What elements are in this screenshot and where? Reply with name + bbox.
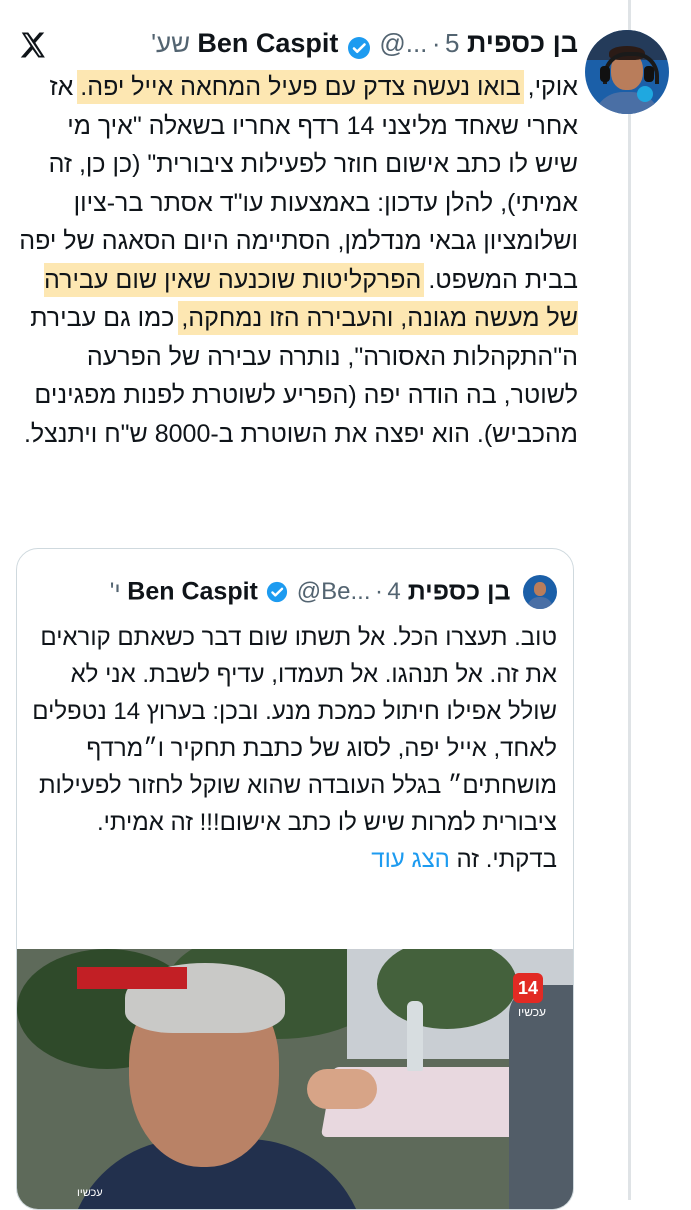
tweet-header: בן כספית Ben Caspit @... · 5 שע'	[18, 28, 578, 68]
broadcast-banner	[77, 967, 187, 989]
lower-caption: עכשיו	[77, 1187, 103, 1199]
tweet-page: בן כספית Ben Caspit @... · 5 שע' אוקי, ב…	[0, 0, 691, 1210]
quoted-tweet-text: טוב. תעצרו הכל. אל תשתו שום דבר כשאתם קו…	[29, 619, 557, 878]
verified-badge-icon	[347, 36, 370, 59]
thread-rail	[628, 0, 631, 1200]
tweet-text-segment: אוקי,	[520, 73, 578, 101]
verified-badge-icon	[267, 581, 288, 603]
tweet-text-segment: אז אחרי שאחד מליצני 14 רדף אחריו בשאלה "…	[19, 73, 578, 294]
show-more-link[interactable]: הצג עוד	[371, 846, 450, 873]
author-avatar[interactable]	[585, 30, 669, 114]
channel-logo-icon: 14	[513, 973, 543, 1003]
quoted-author-handle[interactable]: @Be...	[297, 578, 371, 605]
quoted-author-avatar[interactable]	[523, 575, 557, 609]
tweet-text: אוקי, בואו נעשה צדק עם פעיל המחאה אייל י…	[18, 68, 578, 453]
meta-separator: ·	[431, 28, 441, 58]
quoted-tweet-card[interactable]: בן כספית Ben Caspit @Be... · 4 י' טוב. ת…	[16, 548, 574, 1210]
highlighted-text: בואו נעשה צדק עם פעיל המחאה אייל יפה.	[80, 73, 521, 101]
quoted-tweet-header: בן כספית Ben Caspit @Be... · 4 י'	[37, 575, 557, 611]
channel-caption: עכשיו	[517, 1005, 547, 1019]
quoted-text: טוב. תעצרו הכל. אל תשתו שום דבר כשאתם קו…	[32, 624, 557, 873]
author-handle[interactable]: @...	[379, 28, 427, 58]
quoted-video-thumbnail[interactable]: 14 עכשיו עכשיו	[17, 949, 573, 1209]
meta-separator: ·	[374, 578, 383, 605]
